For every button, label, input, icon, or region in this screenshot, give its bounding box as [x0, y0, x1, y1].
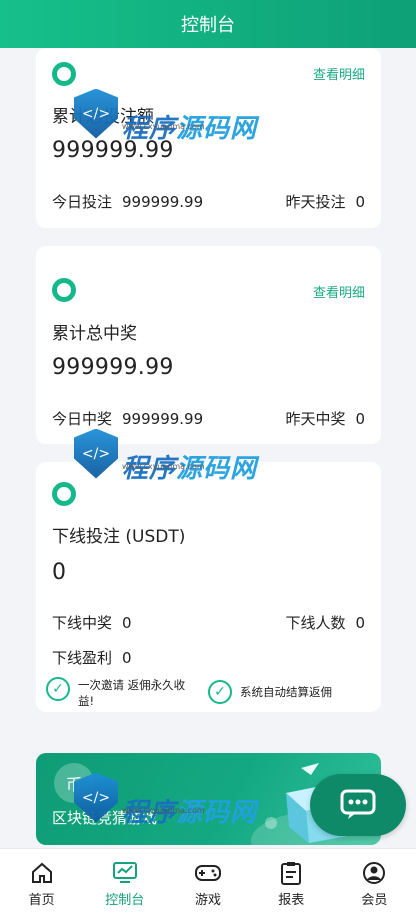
tab-label: 会员: [361, 893, 388, 908]
tab-dashboard[interactable]: 控制台: [83, 849, 166, 915]
tab-label: 报表: [278, 893, 305, 908]
downline-profit-row: 下线盈利 0: [52, 647, 132, 668]
tab-games[interactable]: 游戏: [166, 849, 249, 915]
gamepad-icon: [194, 861, 222, 885]
downline-profit-value: 0: [122, 649, 132, 667]
check-circle-icon: ✓: [208, 680, 232, 704]
status-ring-icon: [52, 62, 76, 86]
auto-settle-text: 系统自动结算返佣: [240, 685, 332, 699]
total-value: 999999.99: [52, 355, 174, 380]
yesterday-label: 昨天投注: [285, 193, 346, 211]
downline-people-row: 下线人数 0: [285, 612, 365, 633]
check-circle-icon: ✓: [46, 677, 70, 701]
view-details-link[interactable]: 查看明细: [313, 282, 365, 301]
downline-title: 下线投注 (USDT): [52, 527, 186, 547]
dashboard-icon: [112, 861, 138, 885]
today-value: 999999.99: [122, 193, 204, 211]
today-row: 今日中奖 999999.99: [52, 408, 203, 429]
downline-win-row: 下线中奖 0: [52, 612, 132, 633]
auto-settle-note: ✓ 系统自动结算返佣: [208, 680, 378, 704]
yesterday-label: 昨天中奖: [285, 410, 346, 428]
status-ring-icon: [52, 278, 76, 302]
coin-icon: 币: [54, 763, 94, 803]
yesterday-value: 0: [355, 193, 365, 211]
page-title: 控制台: [181, 15, 235, 36]
tab-reports[interactable]: 报表: [250, 849, 333, 915]
total-bet-card: 查看明细 累计总投注额 999999.99 今日投注 999999.99 昨天投注…: [36, 48, 381, 228]
downline-profit-label: 下线盈利: [52, 649, 113, 667]
invite-benefit-text: 一次邀请 返佣永久收益!: [78, 678, 186, 708]
card-title: 累计总中奖: [52, 324, 137, 344]
downline-card: 下线投注 (USDT) 0 下线中奖 0 下线人数 0 下线盈利 0 ✓ 一次邀请 返…: [36, 462, 381, 712]
today-row: 今日投注 999999.99: [52, 191, 203, 212]
home-icon: [30, 861, 54, 885]
downline-win-label: 下线中奖: [52, 614, 113, 632]
tab-label: 游戏: [195, 893, 222, 908]
status-ring-icon: [52, 482, 76, 506]
tab-label: 首页: [28, 893, 55, 908]
yesterday-row: 昨天投注 0: [285, 191, 365, 212]
today-label: 今日投注: [52, 193, 113, 211]
downline-total: 0: [52, 560, 67, 585]
report-icon: [280, 861, 302, 885]
today-value: 999999.99: [122, 410, 204, 428]
downline-people-label: 下线人数: [285, 614, 346, 632]
chat-button[interactable]: [310, 774, 406, 836]
banner-title: 区块链竞猜游戏: [52, 809, 158, 827]
bottom-tab-bar: 首页 控制台 游戏 报表 会员: [0, 848, 416, 915]
tab-home[interactable]: 首页: [0, 849, 83, 915]
yesterday-value: 0: [355, 410, 365, 428]
downline-people-value: 0: [355, 614, 365, 632]
tab-member[interactable]: 会员: [333, 849, 416, 915]
total-win-card: 查看明细 累计总中奖 999999.99 今日中奖 999999.99 昨天中奖 0: [36, 246, 381, 444]
user-icon: [362, 861, 386, 885]
card-title: 累计总投注额: [52, 107, 154, 127]
chat-bubble-icon: [340, 789, 376, 819]
tab-label: 控制台: [105, 893, 145, 908]
downline-win-value: 0: [122, 614, 132, 632]
yesterday-row: 昨天中奖 0: [285, 408, 365, 429]
invite-benefit-note: ✓ 一次邀请 返佣永久收益!: [46, 677, 196, 709]
view-details-link[interactable]: 查看明细: [313, 64, 365, 83]
today-label: 今日中奖: [52, 410, 113, 428]
total-value: 999999.99: [52, 138, 174, 163]
page-header: 控制台: [0, 0, 416, 48]
